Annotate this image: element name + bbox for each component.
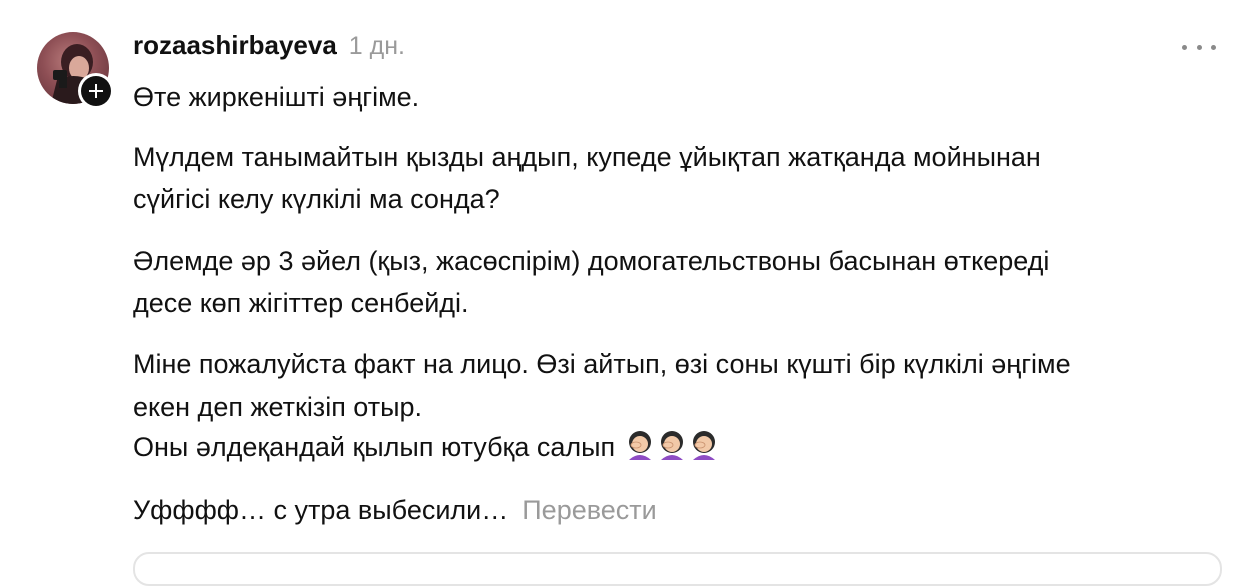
- dot: [1211, 44, 1216, 50]
- paragraph-2-line-2: сүйгiсi келу күлкiлi ма сонда?: [133, 184, 500, 214]
- plus-icon[interactable]: [81, 76, 111, 106]
- paragraph-4-line-3: Оны әлдеқандай қылып ютубқа салып: [133, 428, 1228, 470]
- dot: [1182, 44, 1187, 50]
- ellipsis-icon[interactable]: [1182, 38, 1216, 56]
- translate-button[interactable]: Перевести: [522, 495, 656, 525]
- next-comment-card: [133, 552, 1222, 586]
- comment: rozaashirbayeva 1 дн. Өте жиркеніштi әңг…: [0, 0, 1254, 586]
- paragraph-3-line-2: десе көп жiгiттер сенбейдi.: [133, 288, 469, 318]
- paragraph-5-text: Уфффф… с утра выбесили…: [133, 495, 509, 525]
- dot: [1196, 44, 1202, 50]
- timestamp: 1 дн.: [348, 32, 405, 60]
- paragraph-5: Уфффф… с утра выбесили… Перевести: [133, 491, 1228, 529]
- username-link[interactable]: rozaashirbayeva: [133, 30, 337, 61]
- woman-facepalming-icon: [625, 430, 655, 470]
- paragraph-4-line-3-text: Оны әлдеқандай қылып ютубқа салып: [133, 432, 616, 462]
- paragraph-3-line-1: Әлемде әр 3 әйел (қыз, жасөспiрiм) домог…: [133, 246, 1050, 276]
- paragraph-4-line-2: екен деп жеткiзiп отыр.: [133, 392, 423, 422]
- woman-facepalming-icon: [689, 430, 719, 470]
- paragraph-4-line-1: Мiне пожалуйста факт на лицо. Өзi айтып,…: [133, 349, 1071, 379]
- avatar-container: [37, 32, 114, 109]
- paragraph-1: Өте жиркеніштi әңгiме.: [133, 82, 420, 112]
- woman-facepalming-icon: [657, 430, 687, 470]
- paragraph-2-line-1: Мүлдем танымайтын қызды аңдып, купеде ұй…: [133, 142, 1041, 172]
- comment-header: rozaashirbayeva 1 дн.: [133, 30, 405, 64]
- follow-button[interactable]: [78, 73, 114, 109]
